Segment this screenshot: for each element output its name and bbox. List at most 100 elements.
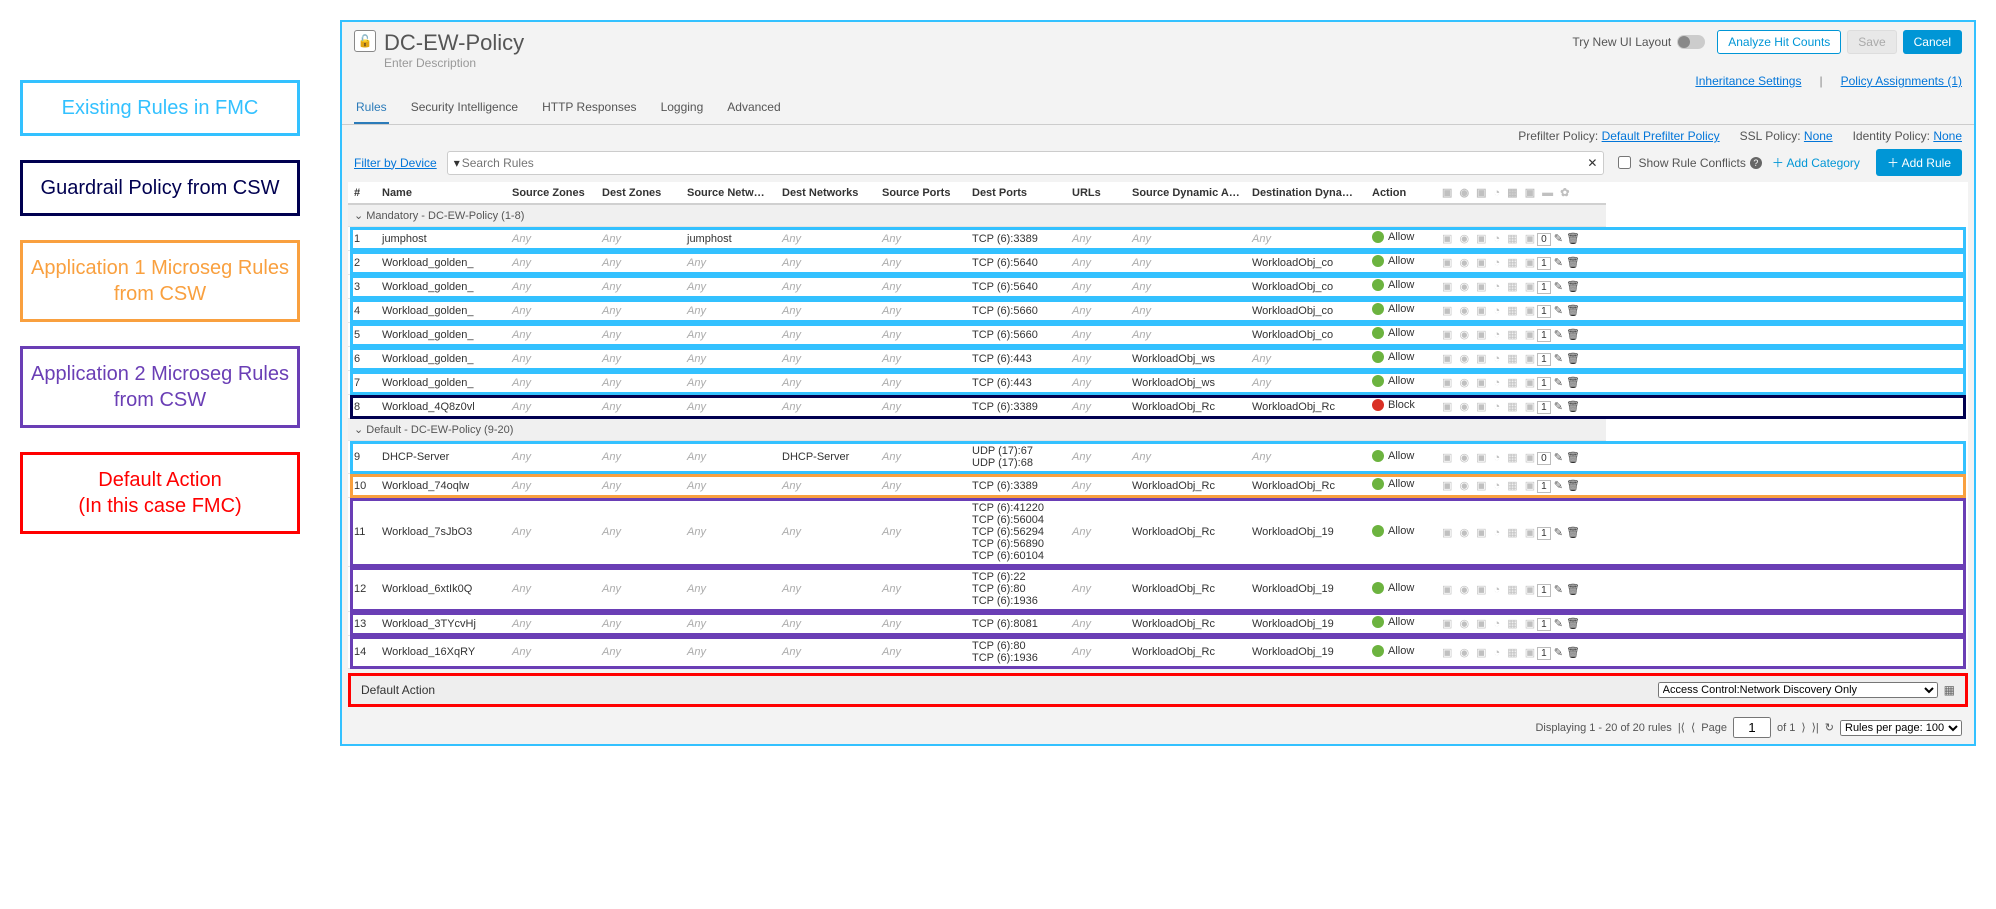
col-header: Action (1366, 182, 1436, 204)
col-header: URLs (1066, 182, 1126, 204)
row-action-icons[interactable]: ▣ ◉ ▣ ◔ ▦ ▣ 1 ✎ 🗑 (1436, 251, 1606, 275)
action-cell: Allow (1366, 371, 1436, 395)
rule-row[interactable]: 10Workload_74oqlwAnyAnyAnyAnyAnyTCP (6):… (348, 474, 1968, 498)
action-cell: Allow (1366, 347, 1436, 371)
legend-panel: Existing Rules in FMC Guardrail Policy f… (20, 20, 300, 746)
pager-prev-icon[interactable]: ⟨ (1691, 721, 1695, 734)
rule-row[interactable]: 6Workload_golden_AnyAnyAnyAnyAnyTCP (6):… (348, 347, 1968, 371)
rule-row[interactable]: 1jumphostAnyAnyjumphostAnyAnyTCP (6):338… (348, 227, 1968, 251)
clear-search-icon[interactable]: ✕ (1587, 156, 1597, 170)
analyze-hit-counts-button[interactable]: Analyze Hit Counts (1717, 30, 1841, 54)
tab-security-intelligence[interactable]: Security Intelligence (409, 92, 520, 124)
rule-row[interactable]: 11Workload_7sJbO3AnyAnyAnyAnyAnyTCP (6):… (348, 498, 1968, 567)
search-rules[interactable]: ▾ ✕ (447, 151, 1605, 175)
rule-row[interactable]: 3Workload_golden_AnyAnyAnyAnyAnyTCP (6):… (348, 275, 1968, 299)
inheritance-settings-link[interactable]: Inheritance Settings (1695, 74, 1801, 88)
rule-row[interactable]: 2Workload_golden_AnyAnyAnyAnyAnyTCP (6):… (348, 251, 1968, 275)
policy-title: DC-EW-Policy (384, 30, 524, 56)
try-new-ui-toggle[interactable] (1677, 35, 1705, 49)
tab-logging[interactable]: Logging (659, 92, 706, 124)
policy-assignments-link[interactable]: Policy Assignments (1) (1841, 74, 1962, 88)
row-action-icons[interactable]: ▣ ◉ ▣ ◔ ▦ ▣ 0 ✎ 🗑 (1436, 441, 1606, 474)
rule-row[interactable]: 12Workload_6xtIk0QAnyAnyAnyAnyAnyTCP (6)… (348, 567, 1968, 612)
rule-row[interactable]: 7Workload_golden_AnyAnyAnyAnyAnyTCP (6):… (348, 371, 1968, 395)
rule-row[interactable]: 4Workload_golden_AnyAnyAnyAnyAnyTCP (6):… (348, 299, 1968, 323)
pager: Displaying 1 - 20 of 20 rules |⟨ ⟨ Page … (342, 711, 1974, 744)
rules-table: #NameSource ZonesDest ZonesSource Networ… (348, 182, 1968, 669)
row-action-icons[interactable]: ▣ ◉ ▣ ◔ ▦ ▣ 0 ✎ 🗑 (1436, 227, 1606, 251)
policy-description[interactable]: Enter Description (384, 56, 524, 70)
col-header: # (348, 182, 376, 204)
pager-refresh-icon[interactable]: ↻ (1825, 721, 1834, 734)
col-header: Destination Dynamic Attributes (1246, 182, 1366, 204)
row-action-icons[interactable]: ▣ ◉ ▣ ◔ ▦ ▣ 1 ✎ 🗑 (1436, 299, 1606, 323)
action-cell: Allow (1366, 251, 1436, 275)
pager-first-icon[interactable]: |⟨ (1678, 721, 1685, 734)
add-rule-button[interactable]: ＋ Add Rule (1876, 149, 1962, 176)
action-cell: Allow (1366, 612, 1436, 636)
col-header: Dest Ports (966, 182, 1066, 204)
row-action-icons[interactable]: ▣ ◉ ▣ ◔ ▦ ▣ 1 ✎ 🗑 (1436, 567, 1606, 612)
identity-label: Identity Policy: (1853, 129, 1930, 143)
pager-next-icon[interactable]: ⟩ (1801, 721, 1805, 734)
action-cell: Allow (1366, 498, 1436, 567)
action-cell: Allow (1366, 299, 1436, 323)
default-action-select[interactable]: Access Control:Network Discovery Only (1658, 682, 1938, 698)
ssl-label: SSL Policy: (1740, 129, 1801, 143)
row-action-icons[interactable]: ▣ ◉ ▣ ◔ ▦ ▣ 1 ✎ 🗑 (1436, 275, 1606, 299)
row-action-icons[interactable]: ▣ ◉ ▣ ◔ ▦ ▣ 1 ✎ 🗑 (1436, 498, 1606, 567)
default-action-row: Default Action Access Control:Network Di… (348, 673, 1968, 707)
row-action-icons[interactable]: ▣ ◉ ▣ ◔ ▦ ▣ 1 ✎ 🗑 (1436, 395, 1606, 419)
action-cell: Allow (1366, 441, 1436, 474)
lock-icon[interactable]: 🔓 (354, 30, 376, 52)
filter-by-device-link[interactable]: Filter by Device (354, 156, 437, 170)
legend-existing-fmc: Existing Rules in FMC (20, 80, 300, 136)
rule-row[interactable]: 9DHCP-ServerAnyAnyAnyDHCP-ServerAnyUDP (… (348, 441, 1968, 474)
action-cell: Block (1366, 395, 1436, 419)
rule-row[interactable]: 13Workload_3TYcvHjAnyAnyAnyAnyAnyTCP (6)… (348, 612, 1968, 636)
row-action-icons[interactable]: ▣ ◉ ▣ ◔ ▦ ▣ 1 ✎ 🗑 (1436, 612, 1606, 636)
tab-advanced[interactable]: Advanced (725, 92, 782, 124)
col-header: Name (376, 182, 506, 204)
default-action-log-icon[interactable]: ▦ (1944, 683, 1955, 697)
tab-http-responses[interactable]: HTTP Responses (540, 92, 638, 124)
col-header: Source Zones (506, 182, 596, 204)
save-button[interactable]: Save (1847, 30, 1896, 54)
rules-per-page-select[interactable]: Rules per page: 100 (1840, 720, 1962, 736)
identity-value[interactable]: None (1933, 129, 1962, 143)
col-header: Dest Networks (776, 182, 876, 204)
help-icon[interactable]: ? (1750, 157, 1762, 169)
tabs: Rules Security Intelligence HTTP Responses… (342, 92, 1974, 125)
rule-row[interactable]: 5Workload_golden_AnyAnyAnyAnyAnyTCP (6):… (348, 323, 1968, 347)
pager-display: Displaying 1 - 20 of 20 rules (1535, 722, 1671, 734)
pager-page-input[interactable] (1733, 717, 1771, 738)
row-action-icons[interactable]: ▣ ◉ ▣ ◔ ▦ ▣ 1 ✎ 🗑 (1436, 323, 1606, 347)
action-cell: Allow (1366, 567, 1436, 612)
prefilter-label: Prefilter Policy: (1518, 129, 1598, 143)
rule-row[interactable]: 8Workload_4Q8z0vlAnyAnyAnyAnyAnyTCP (6):… (348, 395, 1968, 419)
row-action-icons[interactable]: ▣ ◉ ▣ ◔ ▦ ▣ 1 ✎ 🗑 (1436, 347, 1606, 371)
section-header[interactable]: ⌄ Mandatory - DC-EW-Policy (1-8) (348, 204, 1606, 227)
prefilter-value[interactable]: Default Prefilter Policy (1602, 129, 1720, 143)
col-header: Source Ports (876, 182, 966, 204)
col-header: Dest Zones (596, 182, 681, 204)
default-action-label: Default Action (361, 683, 435, 697)
rule-row[interactable]: 14Workload_16XqRYAnyAnyAnyAnyAnyTCP (6):… (348, 636, 1968, 669)
tab-rules[interactable]: Rules (354, 92, 389, 124)
section-header[interactable]: ⌄ Default - DC-EW-Policy (9-20) (348, 419, 1606, 441)
show-conflicts-checkbox[interactable]: Show Rule Conflicts ? (1614, 153, 1761, 172)
icon-cols: ▣ ◉ ▣ ◔ ▦ ▣ ▬ ✿ (1436, 182, 1606, 204)
cancel-button[interactable]: Cancel (1903, 30, 1962, 54)
pager-page-label: Page (1701, 722, 1727, 734)
try-new-ui-label: Try New UI Layout (1572, 35, 1671, 49)
row-action-icons[interactable]: ▣ ◉ ▣ ◔ ▦ ▣ 1 ✎ 🗑 (1436, 474, 1606, 498)
ssl-value[interactable]: None (1804, 129, 1833, 143)
row-action-icons[interactable]: ▣ ◉ ▣ ◔ ▦ ▣ 1 ✎ 🗑 (1436, 636, 1606, 669)
add-category-button[interactable]: ＋ Add Category (1772, 154, 1860, 171)
legend-app1: Application 1 Microseg Rules from CSW (20, 240, 300, 322)
search-input[interactable] (460, 155, 1588, 171)
action-cell: Allow (1366, 636, 1436, 669)
pager-last-icon[interactable]: ⟩| (1812, 721, 1819, 734)
action-cell: Allow (1366, 323, 1436, 347)
row-action-icons[interactable]: ▣ ◉ ▣ ◔ ▦ ▣ 1 ✎ 🗑 (1436, 371, 1606, 395)
